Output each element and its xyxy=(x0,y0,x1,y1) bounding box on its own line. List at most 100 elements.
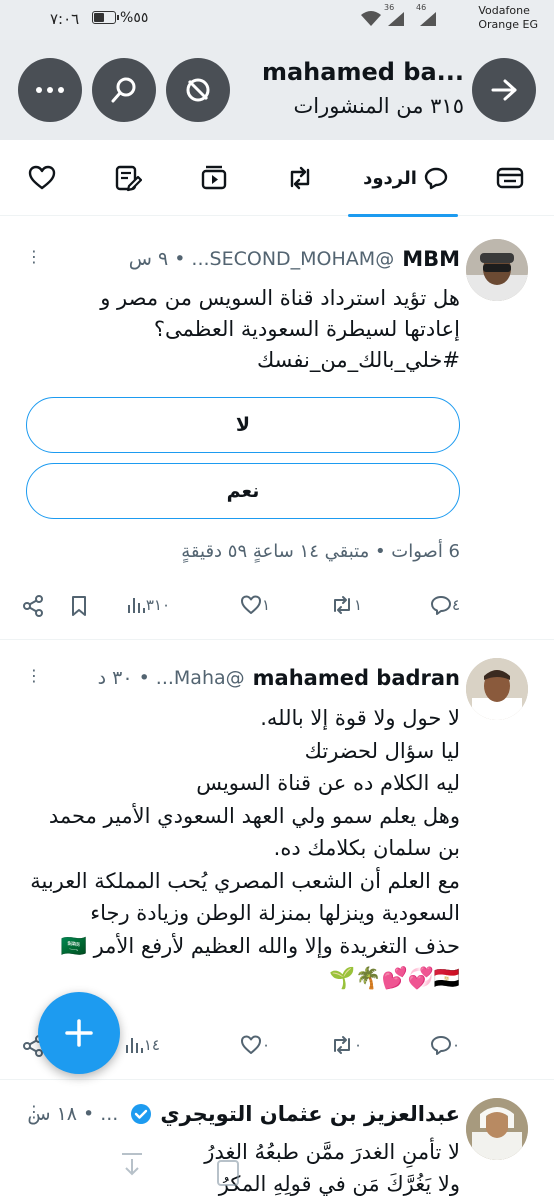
reply-button[interactable]: ٠ xyxy=(424,1035,460,1055)
status-bar: ٧:٠٦ %٥٥ 36 46 Vodafone Orange EG xyxy=(0,0,554,40)
tweet-text-line: لا حول ولا قوة إلا بالله. xyxy=(260,706,460,730)
tab-likes[interactable] xyxy=(12,140,72,216)
repost-button[interactable]: ٠ xyxy=(324,1035,362,1055)
tweet-text-line: ليا سؤال لحضرتك xyxy=(304,738,460,763)
share-icon xyxy=(23,595,43,617)
like-icon xyxy=(240,595,261,614)
wifi-icon xyxy=(361,11,381,26)
tab-summary[interactable] xyxy=(480,140,540,216)
tweet-meta: عبدالعزيز بن عثمان التويجري ... • ١٨ س xyxy=(27,1102,460,1126)
summary-icon xyxy=(496,167,524,189)
compose-button[interactable] xyxy=(38,992,120,1074)
profile-header: mahamed ba... ٣١٥ من المنشورات xyxy=(0,40,554,140)
hashtag-link[interactable]: #خلي_بالك_من_نفسك xyxy=(26,345,460,376)
tweet-meta: mahamed badran @Maha... • ٣٠ د xyxy=(98,666,460,690)
repost-button[interactable]: ١ xyxy=(324,595,362,615)
author-handle: ... xyxy=(100,1103,119,1125)
battery-percent: %٥٥ xyxy=(120,10,149,26)
like-count: ١ xyxy=(261,596,270,614)
search-button[interactable] xyxy=(92,58,156,122)
likes-icon xyxy=(28,165,56,190)
hide-icon xyxy=(186,78,210,102)
poll-info: 6 أصوات • متبقي ١٤ ساعةٍ ٥٩ دقيقةٍ xyxy=(181,541,460,562)
separator-dot: • xyxy=(138,667,150,689)
profile-title: mahamed ba... xyxy=(261,58,464,86)
share-button[interactable] xyxy=(16,595,44,617)
tweet-text-line: بن سلمان بكلامك ده. xyxy=(273,836,460,860)
plus-icon xyxy=(65,1019,93,1047)
tab-highlights[interactable] xyxy=(98,140,158,216)
tweet-item[interactable]: MBM @SECOND_MOHAM... • ٩ س ⋮ هل تؤيد است… xyxy=(0,217,554,640)
post-count: ٣١٥ من المنشورات xyxy=(293,94,464,118)
tweet-text: لا حول ولا قوة إلا بالله. ليا سؤال لحضرت… xyxy=(26,702,460,995)
author-handle: @SECOND_MOHAM... xyxy=(191,248,395,270)
reply-count: ٠ xyxy=(451,1036,460,1054)
like-button[interactable]: ٠ xyxy=(234,1035,270,1055)
repost-icon xyxy=(290,166,310,190)
avatar[interactable] xyxy=(466,239,528,301)
tweet-text-line: ولا يَغُرَّكَ مَن في قولِهِ المكرُ xyxy=(218,1172,460,1196)
repost-icon xyxy=(333,596,350,614)
tweet-more-button[interactable]: ⋮ xyxy=(26,666,42,685)
like-count: ٠ xyxy=(261,1036,270,1054)
carrier-line-2: Orange EG xyxy=(478,18,538,31)
tab-reposts[interactable] xyxy=(270,140,330,216)
author-name[interactable]: MBM xyxy=(402,247,460,271)
battery-icon xyxy=(92,11,119,24)
more-button[interactable] xyxy=(18,58,82,122)
tweet-text: هل تؤيد استرداد قناة السويس من مصر و إعا… xyxy=(26,283,460,376)
more-icon xyxy=(36,87,64,93)
tweet-time: ٣٠ د xyxy=(97,667,133,689)
repost-icon xyxy=(333,1036,350,1054)
reply-icon xyxy=(430,596,451,615)
signal-icon-1 xyxy=(386,10,406,32)
reply-button[interactable]: ٤ xyxy=(424,595,460,615)
bookmark-button[interactable] xyxy=(64,595,88,617)
author-name[interactable]: mahamed badran xyxy=(253,666,460,690)
poll-option-no[interactable]: لا xyxy=(26,397,460,453)
clock: ٧:٠٦ xyxy=(50,10,80,28)
reply-icon xyxy=(424,167,448,190)
tweet-actions: ٤ ١ ١ ٣١٠ xyxy=(16,595,460,625)
reply-icon xyxy=(430,1036,451,1055)
views-icon xyxy=(125,1038,143,1053)
tweet-text-line: 🇪🇬💞💕🌴🌱 xyxy=(329,966,460,990)
verified-badge-icon xyxy=(130,1103,152,1125)
tweet-item[interactable]: عبدالعزيز بن عثمان التويجري ... • ١٨ س ⋮… xyxy=(0,1080,554,1200)
back-button[interactable] xyxy=(472,58,536,122)
author-name[interactable]: عبدالعزيز بن عثمان التويجري xyxy=(160,1102,460,1126)
separator-dot: • xyxy=(82,1103,95,1125)
tweet-text-line: لا تأمنِ الغدرَ ممَّن طبعُهُ الغدرُ xyxy=(204,1140,460,1164)
signal-icon-2 xyxy=(418,10,438,32)
like-button[interactable]: ١ xyxy=(234,595,270,615)
highlights-icon xyxy=(115,165,142,192)
avatar[interactable] xyxy=(466,658,528,720)
back-arrow-icon xyxy=(491,79,517,101)
tweet-more-button[interactable]: ⋮ xyxy=(26,1102,42,1121)
search-icon xyxy=(111,77,136,103)
tweet-text-line: إعادتها لسيطرة السعودية العظمى؟ xyxy=(153,317,460,341)
separator-dot: • xyxy=(174,248,186,270)
hide-button[interactable] xyxy=(166,58,230,122)
tab-media[interactable] xyxy=(184,140,244,216)
signal-label-1: 36 xyxy=(384,3,395,12)
poll-option-yes[interactable]: نعم xyxy=(26,463,460,519)
author-handle: @Maha... xyxy=(155,667,245,689)
tweet-meta: MBM @SECOND_MOHAM... • ٩ س xyxy=(129,247,460,271)
tweet-text-line: ليه الكلام ده عن قناة السويس xyxy=(196,771,460,795)
like-icon xyxy=(240,1035,261,1054)
tweet-text-line: السعودية وينزلها بمنزلة الوطن وزيادة رجا… xyxy=(90,901,460,925)
tweet-more-button[interactable]: ⋮ xyxy=(26,247,42,266)
avatar[interactable] xyxy=(466,1098,528,1160)
views-button[interactable]: ١٤ xyxy=(118,1035,160,1055)
square-hint-icon xyxy=(217,1160,239,1186)
tweet-text-line: مع العلم أن الشعب المصري يُحب المملكة ال… xyxy=(30,868,460,893)
tweet-text-line: هل تؤيد استرداد قناة السويس من مصر و xyxy=(100,286,460,310)
signal-label-2: 46 xyxy=(416,3,427,12)
tweet-text: لا تأمنِ الغدرَ ممَّن طبعُهُ الغدرُ ولا … xyxy=(26,1136,460,1200)
bookmark-icon xyxy=(72,596,86,616)
repost-count: ٠ xyxy=(353,1036,362,1054)
views-button[interactable]: ٣١٠ xyxy=(120,595,170,615)
download-hint-icon xyxy=(122,1153,142,1176)
tab-replies[interactable]: الردود xyxy=(348,140,458,217)
